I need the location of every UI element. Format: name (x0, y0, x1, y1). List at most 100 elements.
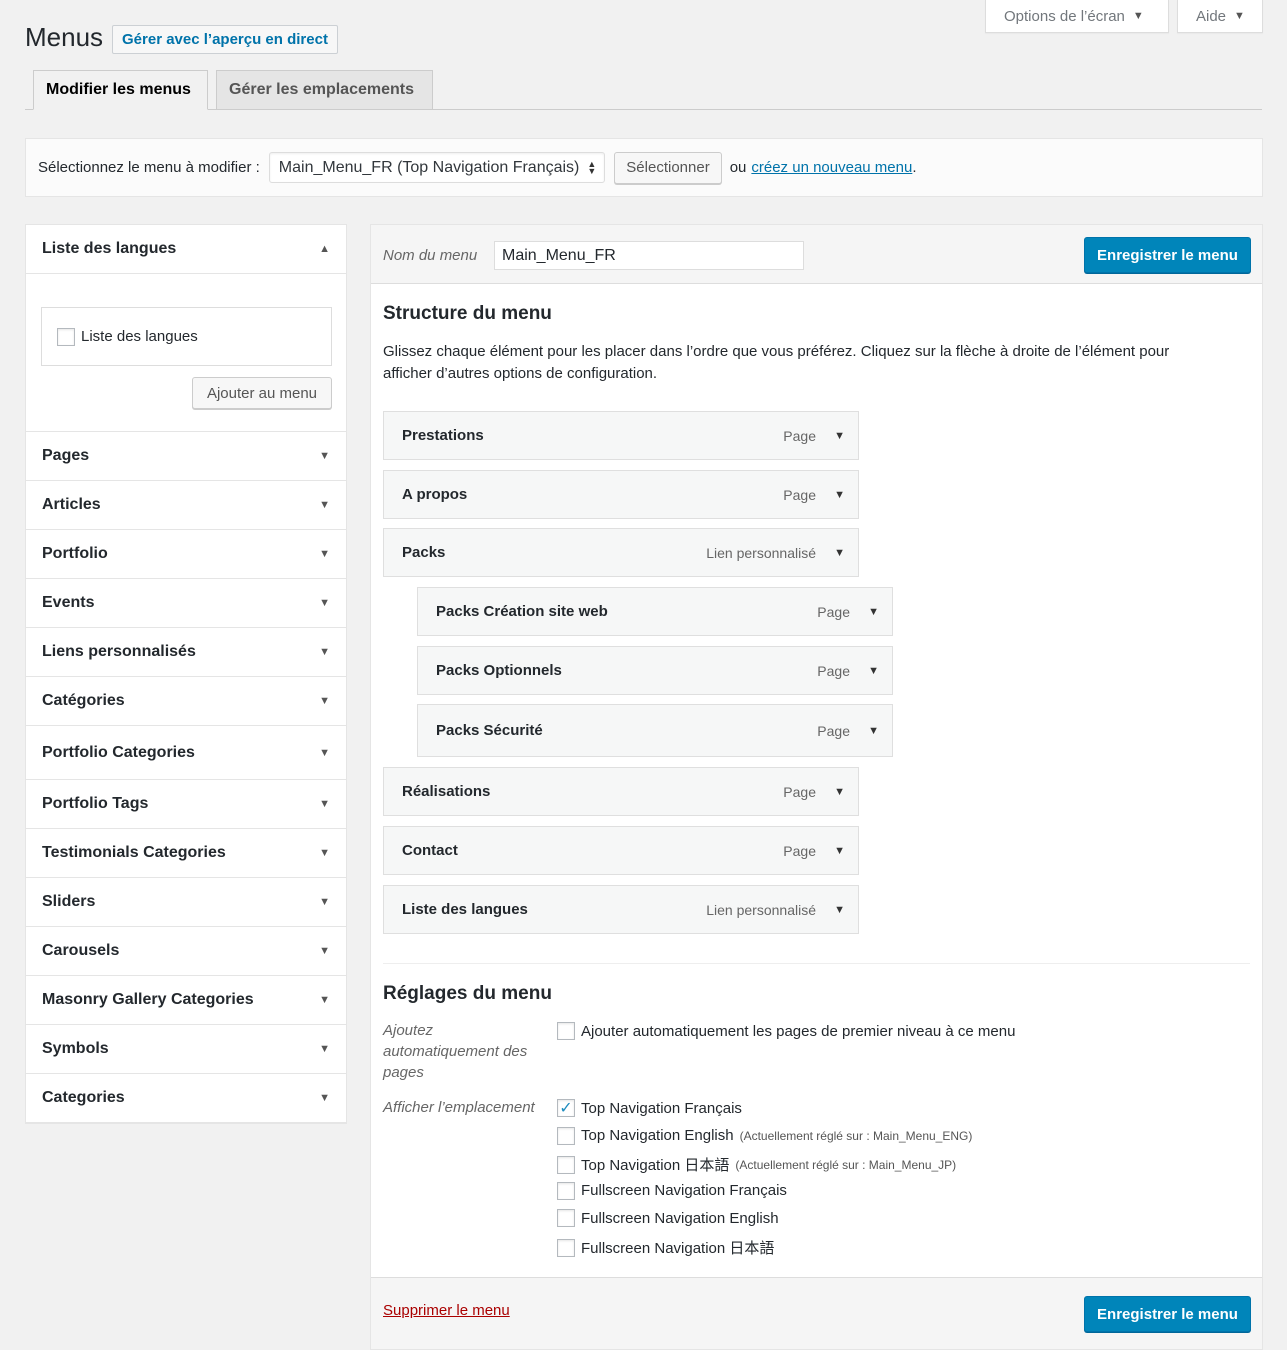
menu-select-bar: Sélectionnez le menu à modifier : Main_M… (25, 138, 1263, 197)
auto-add-label-line-3: pages (383, 1064, 424, 1081)
location-option[interactable]: Top Navigation English (Actuellement régl… (557, 1126, 972, 1145)
menu-item-title: Réalisations (402, 783, 491, 800)
location-option[interactable]: Fullscreen Navigation Français (557, 1181, 787, 1200)
expand-item-icon[interactable]: ▼ (868, 725, 879, 737)
expand-item-icon[interactable]: ▼ (834, 786, 845, 798)
accordion-section[interactable]: Testimonials Categories ▼ (26, 829, 346, 878)
menu-item[interactable]: Packs Création site web Page ▼ (417, 587, 893, 636)
create-menu-link[interactable]: créez un nouveau menu (751, 159, 912, 176)
menu-item[interactable]: Réalisations Page ▼ (383, 767, 859, 816)
expand-item-icon[interactable]: ▼ (834, 489, 845, 501)
tab-manage-locations[interactable]: Gérer les emplacements (216, 70, 433, 110)
accordion-section-title: Events (42, 594, 95, 611)
accordion-section[interactable]: Pages ▼ (26, 432, 346, 481)
location-option[interactable]: ✓ Top Navigation Français (557, 1099, 742, 1117)
expand-item-icon[interactable]: ▼ (834, 904, 845, 916)
chevron-down-icon: ▼ (1234, 10, 1245, 22)
accordion-section[interactable]: Sliders ▼ (26, 878, 346, 927)
triangle-down-icon: ▼ (319, 847, 330, 859)
expand-item-icon[interactable]: ▼ (834, 547, 845, 559)
menu-item[interactable]: A propos Page ▼ (383, 470, 859, 519)
menu-item-type: Lien personnalisé (706, 544, 816, 561)
triangle-down-icon: ▼ (319, 548, 330, 560)
accordion-section-title: Portfolio (42, 545, 108, 562)
screen-options-button[interactable]: Options de l’écran ▼ (985, 0, 1169, 33)
delete-menu-link[interactable]: Supprimer le menu (383, 1302, 510, 1319)
menu-item[interactable]: Packs Lien personnalisé ▼ (383, 528, 859, 577)
auto-add-option-label: Ajouter automatiquement les pages de pre… (581, 1022, 1016, 1040)
accordion-section[interactable]: Catégories ▼ (26, 677, 346, 726)
location-label-text: Top Navigation 日本語 (581, 1157, 730, 1175)
accordion-section[interactable]: Categories ▼ (26, 1074, 346, 1123)
select-menu-button[interactable]: Sélectionner (614, 151, 722, 184)
menu-item[interactable]: Packs Optionnels Page ▼ (417, 646, 893, 695)
period-text: . (912, 159, 917, 176)
auto-add-label-line-1: Ajoutez (383, 1022, 434, 1039)
accordion-section-title: Testimonials Categories (42, 844, 226, 861)
structure-description-line-1: Glissez chaque élément pour les placer d… (383, 343, 1170, 360)
checkmark-icon: ✓ (559, 1100, 573, 1117)
accordion-section-title: Portfolio Tags (42, 795, 149, 812)
menu-item-title: Packs (402, 544, 446, 561)
menu-name-label: Nom du menu (383, 247, 478, 264)
expand-item-icon[interactable]: ▼ (834, 430, 845, 442)
triangle-down-icon: ▼ (319, 746, 330, 759)
menu-item-type: Page (817, 662, 850, 679)
location-option[interactable]: Top Navigation 日本語 (Actuellement réglé su… (557, 1154, 956, 1175)
location-label-text: Top Navigation English (581, 1127, 734, 1145)
menu-item-title: Prestations (402, 427, 484, 444)
save-menu-button-top[interactable]: Enregistrer le menu (1084, 237, 1251, 273)
location-option[interactable]: Fullscreen Navigation 日本語 (557, 1237, 774, 1258)
location-checkbox[interactable] (557, 1209, 575, 1228)
expand-item-icon[interactable]: ▼ (868, 606, 879, 618)
expand-item-icon[interactable]: ▼ (868, 665, 879, 677)
location-checkbox[interactable] (557, 1238, 575, 1257)
menu-select-label: Sélectionnez le menu à modifier : (38, 159, 260, 176)
accordion-section[interactable]: Masonry Gallery Categories ▼ (26, 976, 346, 1025)
menu-item[interactable]: Liste des langues Lien personnalisé ▼ (383, 885, 859, 934)
accordion-section[interactable]: Articles ▼ (26, 481, 346, 530)
tab-edit-menus[interactable]: Modifier les menus (33, 70, 208, 110)
accordion-section[interactable]: Portfolio Categories ▼ (26, 726, 346, 780)
accordion-title: Liste des langues (42, 240, 177, 257)
accordion-section-title: Carousels (42, 942, 120, 959)
accordion-section[interactable]: Liens personnalisés ▼ (26, 628, 346, 677)
location-checkbox[interactable] (557, 1181, 575, 1200)
help-button[interactable]: Aide ▼ (1177, 0, 1263, 33)
accordion-section[interactable]: Events ▼ (26, 579, 346, 628)
menu-item[interactable]: Prestations Page ▼ (383, 411, 859, 460)
accordion-section[interactable]: Symbols ▼ (26, 1025, 346, 1074)
triangle-down-icon: ▼ (319, 450, 330, 462)
accordion-section[interactable]: Carousels ▼ (26, 927, 346, 976)
auto-add-option[interactable]: Ajouter automatiquement les pages de pre… (557, 1022, 1015, 1040)
expand-item-icon[interactable]: ▼ (834, 845, 845, 857)
language-list-panel: Liste des langues Ajouter au menu (26, 274, 346, 432)
auto-add-checkbox[interactable] (557, 1022, 575, 1040)
location-label-text: Fullscreen Navigation Français (581, 1182, 787, 1200)
structure-title: Structure du menu (383, 303, 552, 324)
accordion-section-title: Masonry Gallery Categories (42, 991, 254, 1008)
menu-item[interactable]: Contact Page ▼ (383, 826, 859, 875)
language-list-checkbox[interactable] (57, 327, 75, 346)
triangle-down-icon: ▼ (319, 1043, 330, 1055)
location-option[interactable]: Fullscreen Navigation English (557, 1209, 779, 1228)
location-note: (Actuellement réglé sur : Main_Menu_JP) (735, 1157, 957, 1172)
accordion-section[interactable]: Portfolio ▼ (26, 530, 346, 579)
location-checkbox[interactable] (557, 1155, 575, 1174)
location-label-text: Fullscreen Navigation 日本語 (581, 1240, 775, 1257)
accordion-section-language-list[interactable]: Liste des langues ▲ (26, 225, 346, 274)
menu-item[interactable]: Packs Sécurité Page ▼ (417, 704, 893, 757)
menu-select-dropdown[interactable]: Main_Menu_FR (Top Navigation Français) ▲… (268, 152, 606, 183)
add-items-accordion: Liste des langues ▲ Liste des langues Aj… (25, 224, 347, 1124)
add-to-menu-button[interactable]: Ajouter au menu (192, 377, 332, 409)
menu-name-input[interactable]: Main_Menu_FR (494, 241, 804, 270)
menu-item-title: Packs Création site web (436, 603, 608, 620)
help-label: Aide (1196, 7, 1227, 25)
location-checkbox[interactable]: ✓ (557, 1099, 575, 1117)
accordion-section[interactable]: Portfolio Tags ▼ (26, 780, 346, 829)
accordion-section-title: Pages (42, 447, 90, 464)
save-menu-button-bottom[interactable]: Enregistrer le menu (1084, 1296, 1251, 1332)
location-label-text: Fullscreen Navigation English (581, 1209, 779, 1227)
location-checkbox[interactable] (557, 1126, 575, 1145)
live-preview-button[interactable]: Gérer avec l’aperçu en direct (112, 25, 338, 54)
